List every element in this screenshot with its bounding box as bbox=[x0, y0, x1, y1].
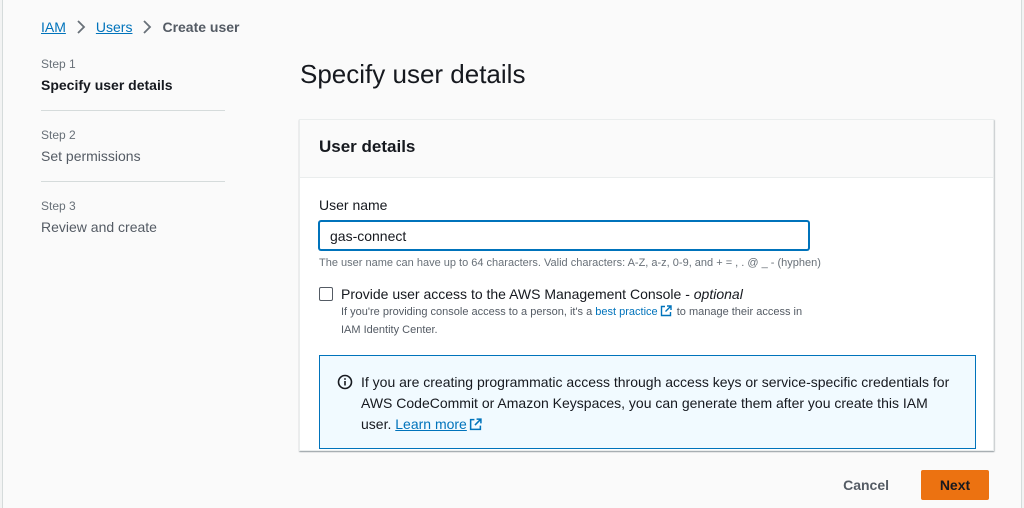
page-title: Specify user details bbox=[300, 59, 526, 89]
step-number: Step 3 bbox=[41, 199, 76, 213]
username-input[interactable] bbox=[319, 221, 809, 250]
step-label: Review and create bbox=[41, 219, 157, 235]
info-alert: If you are creating programmatic access … bbox=[319, 355, 976, 449]
panel-body: User name The user name can have up to 6… bbox=[300, 178, 993, 465]
optional-tag: optional bbox=[693, 286, 743, 302]
wizard-step-3[interactable]: Step 3 Review and create bbox=[41, 198, 225, 252]
console-access-option: Provide user access to the AWS Managemen… bbox=[319, 284, 974, 338]
external-link-icon[interactable] bbox=[660, 305, 672, 322]
console-access-checkbox[interactable] bbox=[319, 287, 333, 301]
username-hint: The user name can have up to 64 characte… bbox=[319, 257, 821, 269]
breadcrumb: IAM Users Create user bbox=[41, 19, 240, 35]
step-number: Step 1 bbox=[41, 57, 76, 71]
chevron-right-icon bbox=[142, 20, 152, 34]
next-button[interactable]: Next bbox=[921, 470, 989, 500]
panel-title: User details bbox=[319, 137, 416, 156]
info-alert-text: If you are creating programmatic access … bbox=[361, 372, 951, 448]
cancel-button[interactable]: Cancel bbox=[829, 470, 903, 500]
wizard-step-1[interactable]: Step 1 Specify user details bbox=[41, 56, 225, 111]
step-number: Step 2 bbox=[41, 128, 76, 142]
panel-header: User details bbox=[300, 120, 993, 178]
breadcrumb-current: Create user bbox=[162, 19, 240, 35]
console-access-label[interactable]: Provide user access to the AWS Managemen… bbox=[341, 284, 821, 304]
page-frame: IAM Users Create user Step 1 Specify use… bbox=[2, 0, 1022, 508]
breadcrumb-users-link[interactable]: Users bbox=[96, 19, 133, 35]
external-link-icon[interactable] bbox=[469, 416, 482, 437]
wizard-actions: Cancel Next bbox=[829, 470, 989, 500]
username-label: User name bbox=[319, 197, 388, 213]
learn-more-link[interactable]: Learn more bbox=[395, 416, 467, 432]
user-details-panel: User details User name The user name can… bbox=[299, 119, 994, 451]
info-icon bbox=[337, 374, 353, 448]
step-label: Specify user details bbox=[41, 77, 173, 93]
wizard-steps: Step 1 Specify user details Step 2 Set p… bbox=[41, 56, 225, 268]
console-access-description: If you're providing console access to a … bbox=[341, 305, 803, 336]
best-practice-link[interactable]: best practice bbox=[595, 306, 657, 318]
chevron-right-icon bbox=[76, 20, 86, 34]
step-label: Set permissions bbox=[41, 148, 141, 164]
breadcrumb-iam-link[interactable]: IAM bbox=[41, 19, 66, 35]
wizard-step-2[interactable]: Step 2 Set permissions bbox=[41, 127, 225, 182]
